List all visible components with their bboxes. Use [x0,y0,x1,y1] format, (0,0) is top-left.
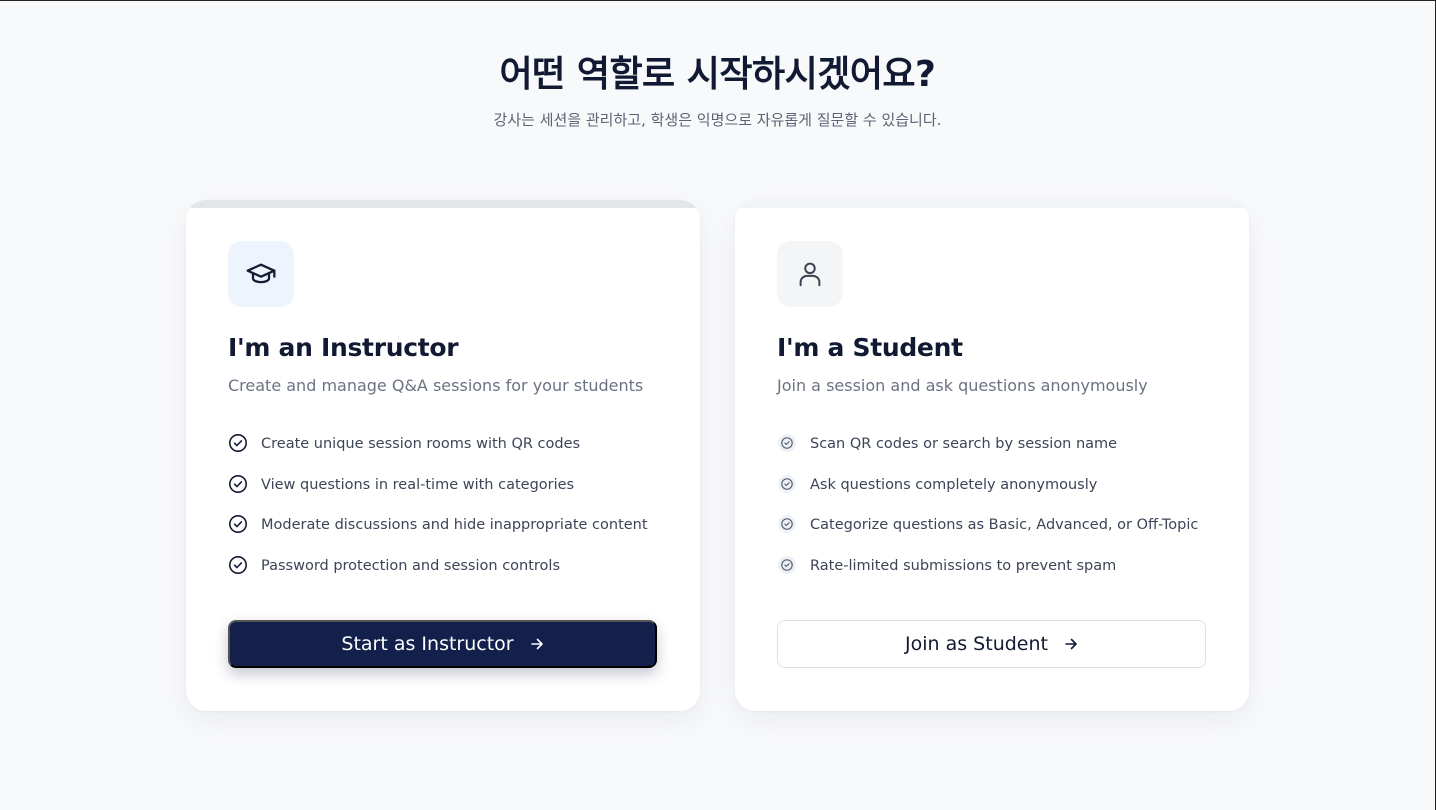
instructor-card-title: I'm an Instructor [228,333,459,362]
list-item: Password protection and session controls [228,555,648,596]
list-item: Rate-limited submissions to prevent spam [777,555,1198,596]
instructor-card-description: Create and manage Q&A sessions for your … [228,376,644,395]
feature-text: Scan QR codes or search by session name [810,436,1118,452]
list-item: Scan QR codes or search by session name [777,433,1198,474]
button-label: Start as Instructor [341,633,514,655]
list-item: View questions in real-time with categor… [228,474,648,515]
start-as-instructor-button[interactable]: Start as Instructor [228,620,657,668]
arrow-right-icon [1065,638,1077,650]
student-icon-box [777,241,843,307]
list-item: Categorize questions as Basic, Advanced,… [777,514,1198,555]
check-circle-icon [778,515,796,533]
check-circle-icon [778,434,796,452]
page-subtitle: 강사는 세션을 관리하고, 학생은 익명으로 자유롭게 질문할 수 있습니다. [493,111,942,129]
feature-text: Create unique session rooms with QR code… [261,436,581,452]
student-card-title: I'm a Student [777,333,963,362]
list-item: Ask questions completely anonymously [777,474,1198,515]
check-circle-icon [778,555,796,574]
graduation-cap-icon [246,263,276,284]
feature-text: Moderate discussions and hide inappropri… [261,517,648,533]
feature-text: Rate-limited submissions to prevent spam [810,557,1117,574]
instructor-feature-list: Create unique session rooms with QR code… [228,433,648,595]
instructor-icon-box [228,241,294,307]
user-icon [799,262,821,287]
card-top-accent [186,200,700,208]
student-feature-list: Scan QR codes or search by session name … [777,433,1198,595]
list-item: Create unique session rooms with QR code… [228,433,648,474]
feature-text: View questions in real-time with categor… [261,476,575,493]
page-title: 어떤 역할로 시작하시겠어요? [499,54,936,95]
list-item: Moderate discussions and hide inappropri… [228,514,648,555]
button-label: Join as Student [905,633,1048,655]
card-top-accent [735,200,1249,208]
student-role-card[interactable]: I'm a Student Join a session and ask que… [735,200,1249,711]
check-circle-icon [229,555,247,574]
check-circle-icon [229,474,247,493]
instructor-role-card[interactable]: I'm an Instructor Create and manage Q&A … [186,200,700,711]
join-as-student-button[interactable]: Join as Student [777,620,1206,668]
feature-text: Password protection and session controls [261,557,561,574]
check-circle-icon [229,434,247,452]
student-card-description: Join a session and ask questions anonymo… [777,376,1148,395]
check-circle-icon [229,515,247,533]
check-circle-icon [778,474,796,493]
feature-text: Ask questions completely anonymously [810,476,1098,493]
arrow-right-icon [530,638,543,650]
feature-text: Categorize questions as Basic, Advanced,… [810,517,1199,533]
